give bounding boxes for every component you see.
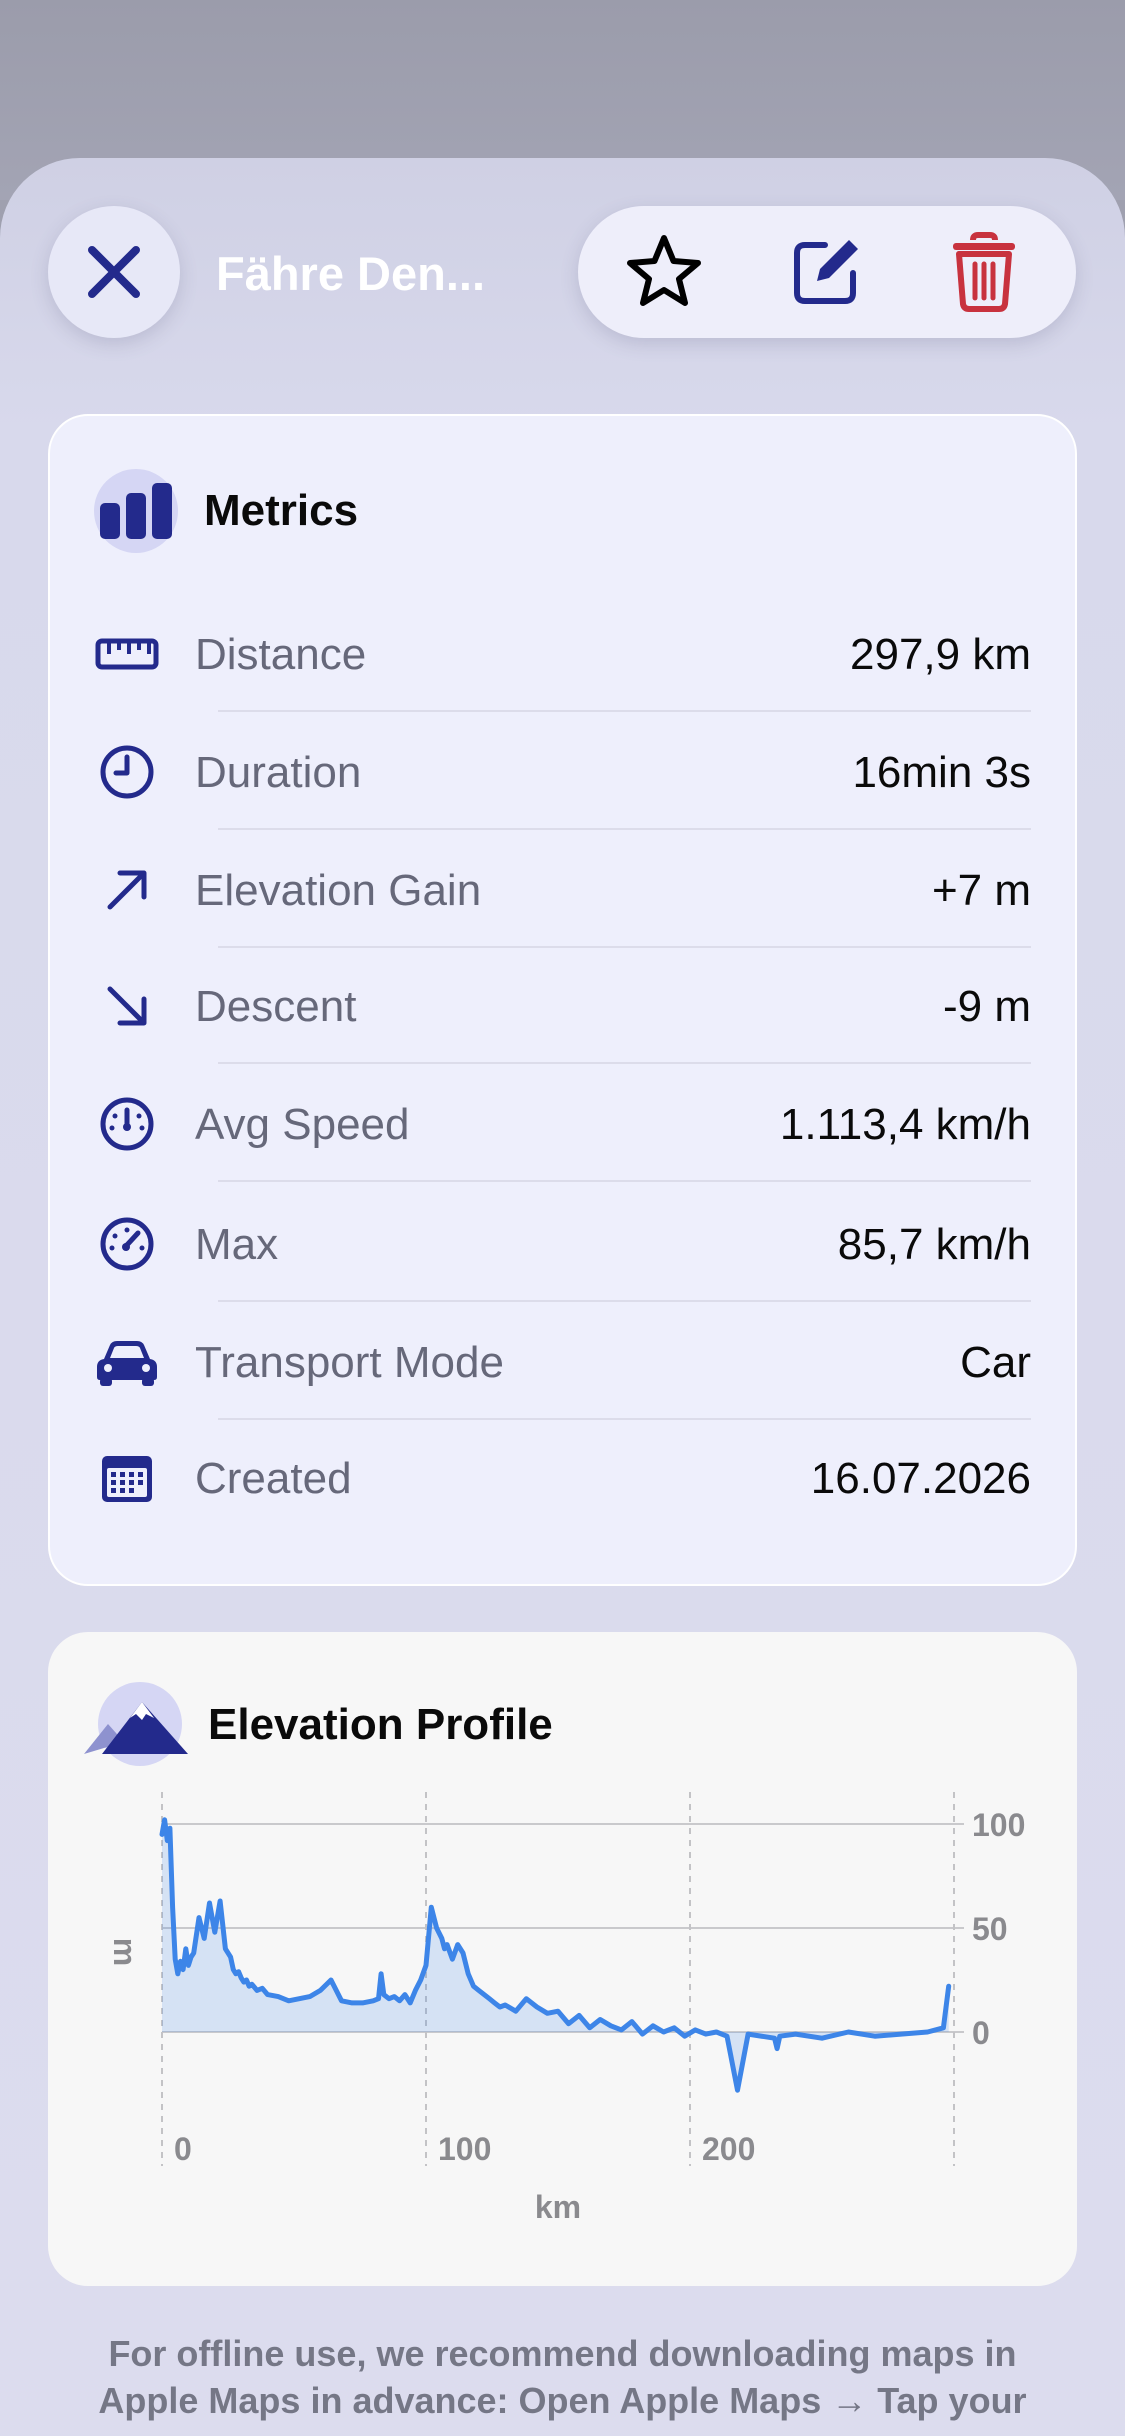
edit-button[interactable] bbox=[766, 206, 886, 338]
arrow-up-right-icon bbox=[94, 862, 160, 918]
metric-value: +7 m bbox=[931, 866, 1031, 915]
x-tick-label: 0 bbox=[174, 2131, 192, 2167]
bar-chart-icon bbox=[94, 469, 178, 553]
offline-note-line-2: Apple Maps in advance: Open Apple Maps →… bbox=[98, 2380, 1027, 2421]
y-axis-label: m bbox=[107, 1938, 143, 1966]
metric-label: Created bbox=[195, 1454, 352, 1503]
ruler-icon bbox=[94, 626, 160, 682]
elevation-area bbox=[162, 1819, 949, 2091]
metric-label: Distance bbox=[195, 630, 367, 679]
metric-value: -9 m bbox=[943, 982, 1031, 1031]
metric-row-descent: Descent -9 m bbox=[50, 946, 1079, 1064]
arrow-down-right-icon bbox=[94, 978, 160, 1034]
metric-value: 1.113,4 km/h bbox=[779, 1100, 1031, 1149]
metrics-header: Metrics bbox=[94, 466, 358, 556]
action-pill bbox=[578, 206, 1076, 338]
metric-row-max: Max 85,7 km/h bbox=[50, 1184, 1079, 1302]
metric-row-created: Created 16.07.2026 bbox=[50, 1418, 1079, 1536]
metric-label: Duration bbox=[195, 748, 362, 797]
metric-row-avg-speed: Avg Speed 1.113,4 km/h bbox=[50, 1064, 1079, 1182]
x-axis-label: km bbox=[535, 2189, 581, 2225]
metrics-title: Metrics bbox=[204, 486, 359, 535]
metric-row-elevation-gain: Elevation Gain +7 m bbox=[50, 830, 1079, 948]
metrics-card: Metrics Distance 297,9 km Duration 16min… bbox=[48, 414, 1077, 1586]
divider bbox=[218, 1180, 1031, 1182]
close-button[interactable] bbox=[48, 206, 180, 338]
calendar-icon bbox=[94, 1450, 160, 1506]
metric-value: 16min 3s bbox=[852, 748, 1031, 797]
metric-label: Max bbox=[195, 1220, 279, 1269]
metric-row-transport-mode: Transport Mode Car bbox=[50, 1302, 1079, 1420]
x-tick-label: 200 bbox=[702, 2131, 755, 2167]
metric-value: 85,7 km/h bbox=[837, 1220, 1031, 1269]
metric-value: Car bbox=[960, 1338, 1031, 1387]
favorite-button[interactable] bbox=[604, 206, 724, 338]
metric-row-duration: Duration 16min 3s bbox=[50, 712, 1079, 830]
star-icon bbox=[627, 235, 701, 306]
route-title: Fähre Den... bbox=[216, 247, 486, 300]
metric-value: 297,9 km bbox=[850, 630, 1031, 679]
delete-button[interactable] bbox=[924, 206, 1044, 338]
x-tick-label: 100 bbox=[438, 2131, 491, 2167]
metric-row-distance: Distance 297,9 km bbox=[50, 594, 1079, 712]
trash-icon bbox=[953, 232, 1015, 312]
metric-label: Transport Mode bbox=[195, 1338, 504, 1387]
y-tick-label: 50 bbox=[972, 1911, 1008, 1947]
speedometer-icon bbox=[94, 1216, 160, 1272]
offline-note-line-1: For offline use, we recommend downloadin… bbox=[108, 2333, 1017, 2374]
metric-label: Elevation Gain bbox=[195, 866, 482, 915]
close-icon bbox=[88, 246, 140, 298]
edit-icon bbox=[794, 240, 858, 304]
y-tick-label: 0 bbox=[972, 2015, 990, 2051]
elevation-chart: 0 50 100 0 100 200 m km bbox=[107, 1792, 1025, 2225]
gauge-icon bbox=[94, 1096, 160, 1152]
clock-icon bbox=[94, 744, 160, 800]
car-icon bbox=[94, 1334, 160, 1390]
metric-label: Avg Speed bbox=[195, 1100, 410, 1149]
metric-label: Descent bbox=[195, 982, 357, 1031]
elevation-card: Elevation Profile 0 50 100 0 100 200 m km bbox=[48, 1632, 1077, 2286]
metric-value: 16.07.2026 bbox=[810, 1454, 1031, 1503]
offline-note: For offline use, we recommend downloadin… bbox=[40, 2330, 1085, 2424]
y-tick-label: 100 bbox=[972, 1807, 1025, 1843]
elevation-line bbox=[159, 1817, 952, 2093]
